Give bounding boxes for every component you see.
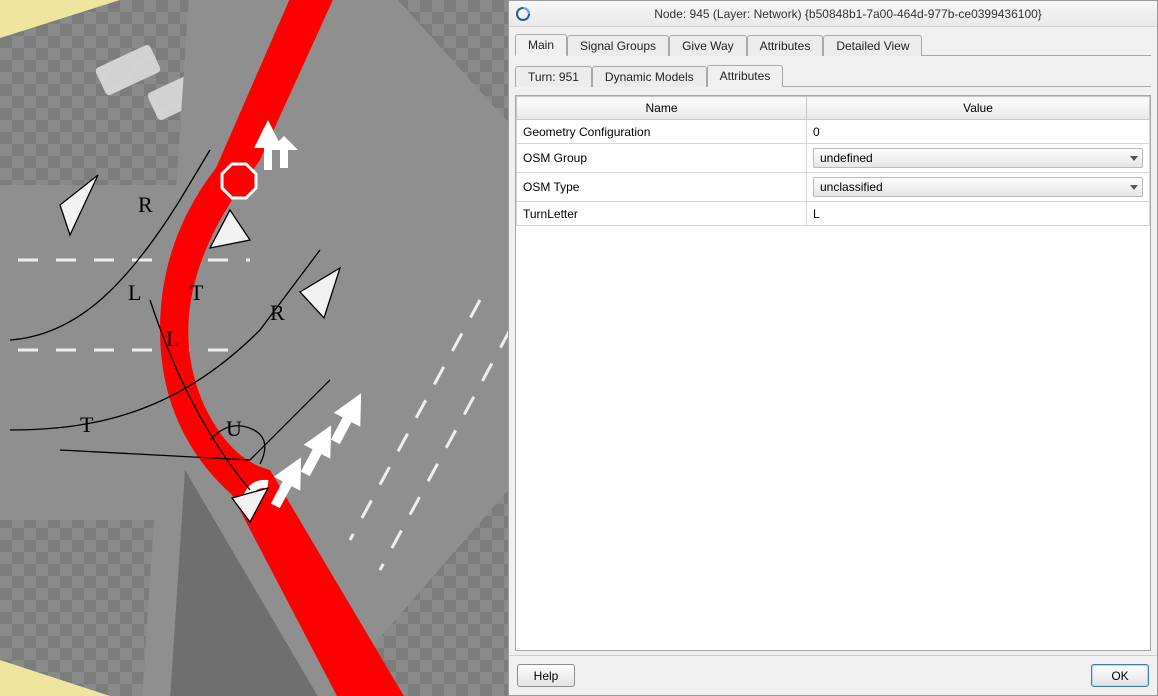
tab-turn[interactable]: Turn: 951 — [515, 66, 592, 87]
attr-name: TurnLetter — [517, 202, 807, 226]
svg-text:L: L — [128, 280, 141, 305]
tab-turn-attributes[interactable]: Attributes — [707, 65, 784, 87]
table-row: OSM Type unclassified — [517, 173, 1150, 202]
help-button[interactable]: Help — [517, 664, 575, 687]
svg-text:R: R — [138, 192, 153, 217]
col-header-value[interactable]: Value — [807, 97, 1150, 120]
svg-text:L: L — [166, 326, 179, 351]
tab-give-way[interactable]: Give Way — [669, 35, 747, 56]
attr-value[interactable]: undefined — [807, 144, 1150, 173]
svg-text:T: T — [80, 412, 94, 437]
tab-attributes[interactable]: Attributes — [747, 35, 824, 56]
stop-sign-icon — [222, 164, 256, 198]
tab-detailed-view[interactable]: Detailed View — [823, 35, 922, 56]
attr-name: OSM Group — [517, 144, 807, 173]
svg-text:U: U — [226, 416, 242, 441]
tab-signal-groups[interactable]: Signal Groups — [567, 35, 669, 56]
node-properties-dialog: Node: 945 (Layer: Network) {b50848b1-7a0… — [508, 0, 1158, 696]
tab-main[interactable]: Main — [515, 34, 567, 56]
attr-name: OSM Type — [517, 173, 807, 202]
tabs-main: Main Signal Groups Give Way Attributes D… — [515, 33, 1151, 56]
table-row: OSM Group undefined — [517, 144, 1150, 173]
tab-dynamic-models[interactable]: Dynamic Models — [592, 66, 707, 87]
tabs-sub: Turn: 951 Dynamic Models Attributes — [515, 64, 1151, 87]
map-canvas[interactable]: R L T L R T U — [0, 0, 508, 696]
attr-value[interactable]: 0 — [807, 120, 1150, 144]
attributes-table-wrap: Name Value Geometry Configuration 0 OSM … — [515, 95, 1151, 651]
table-row: Geometry Configuration 0 — [517, 120, 1150, 144]
dialog-footer: Help OK — [509, 655, 1157, 695]
dialog-title: Node: 945 (Layer: Network) {b50848b1-7a0… — [539, 7, 1157, 21]
attr-name: Geometry Configuration — [517, 120, 807, 144]
attributes-table: Name Value Geometry Configuration 0 OSM … — [516, 96, 1150, 226]
attr-value[interactable]: unclassified — [807, 173, 1150, 202]
osm-type-combo[interactable]: unclassified — [813, 177, 1143, 197]
svg-text:T: T — [190, 280, 204, 305]
ok-button[interactable]: OK — [1091, 664, 1149, 687]
chevron-down-icon — [1130, 156, 1138, 161]
table-row: TurnLetter L — [517, 202, 1150, 226]
chevron-down-icon — [1130, 185, 1138, 190]
attr-value[interactable]: L — [807, 202, 1150, 226]
osm-group-combo[interactable]: undefined — [813, 148, 1143, 168]
dialog-titlebar[interactable]: Node: 945 (Layer: Network) {b50848b1-7a0… — [509, 1, 1157, 27]
app-icon — [515, 6, 531, 22]
svg-text:R: R — [270, 300, 285, 325]
col-header-name[interactable]: Name — [517, 97, 807, 120]
